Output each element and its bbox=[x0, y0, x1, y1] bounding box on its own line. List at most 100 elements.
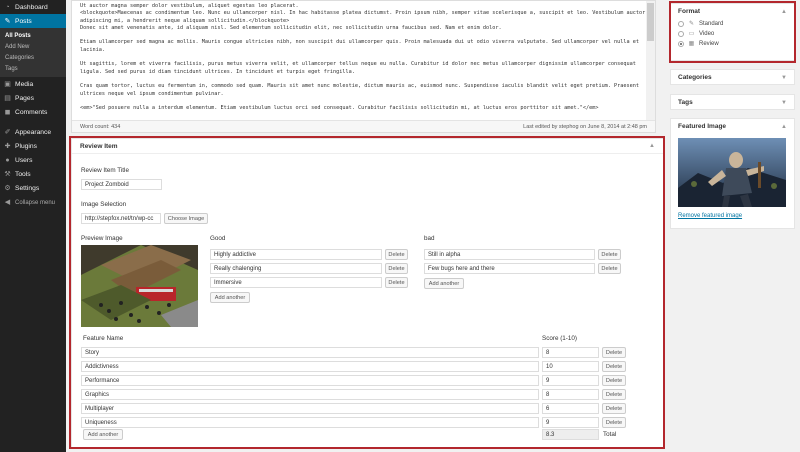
format-label: Video bbox=[699, 31, 715, 37]
review-item-header[interactable]: Review Item ▲ bbox=[72, 139, 663, 154]
editor-paragraph: Ut auctor magna semper dolor vestibulum,… bbox=[80, 3, 646, 31]
submenu-categories[interactable]: Categories bbox=[0, 52, 66, 63]
radio-button[interactable] bbox=[678, 31, 684, 37]
menu-posts[interactable]: ✎ Posts bbox=[0, 14, 66, 29]
menu-plugins[interactable]: ✚ Plugins bbox=[0, 139, 66, 153]
collapse-icon: ◀ bbox=[4, 199, 11, 207]
pin-icon: ✎ bbox=[688, 21, 695, 27]
editor-textarea[interactable]: Ut auctor magna semper dolor vestibulum,… bbox=[72, 1, 655, 119]
format-title: Format bbox=[678, 8, 701, 15]
feature-score-input[interactable]: 6 bbox=[542, 403, 599, 414]
feature-score-input[interactable]: 10 bbox=[542, 361, 599, 372]
feature-score-input[interactable]: 8 bbox=[542, 347, 599, 358]
menu-pages[interactable]: ▤ Pages bbox=[0, 92, 66, 106]
delete-button[interactable]: Delete bbox=[385, 277, 408, 288]
radio-button-checked[interactable] bbox=[678, 41, 684, 47]
featured-image-header[interactable]: Featured Image ▲ bbox=[671, 119, 794, 134]
featured-image-metabox: Featured Image ▲ Remove featured image bbox=[670, 118, 795, 229]
menu-label: Pages bbox=[15, 95, 34, 103]
add-good-button[interactable]: Add another bbox=[210, 292, 250, 303]
feature-score-input[interactable]: 9 bbox=[542, 417, 599, 428]
delete-button[interactable]: Delete bbox=[602, 361, 626, 372]
item-title-label: Review Item Title bbox=[81, 167, 129, 174]
collapse-arrow-icon[interactable]: ▲ bbox=[781, 9, 787, 15]
format-metabox: Format ▲ ✎ Standard ▭ Video ▦ Review bbox=[670, 3, 795, 61]
menu-label: Posts bbox=[15, 17, 32, 25]
review-item-title: Review Item bbox=[80, 142, 118, 150]
tags-header[interactable]: Tags ▼ bbox=[671, 95, 794, 110]
word-count: Word count: 434 bbox=[80, 123, 121, 130]
submenu-tags[interactable]: Tags bbox=[0, 63, 66, 74]
good-input[interactable]: Highly addictive bbox=[210, 249, 382, 260]
good-input[interactable]: Immersive bbox=[210, 277, 382, 288]
format-label: Review bbox=[699, 41, 719, 47]
delete-button[interactable]: Delete bbox=[385, 249, 408, 260]
feature-name-input[interactable]: Story bbox=[81, 347, 539, 358]
add-bad-button[interactable]: Add another bbox=[424, 278, 464, 289]
menu-settings[interactable]: ⚙ Settings bbox=[0, 182, 66, 196]
featured-image-title: Featured Image bbox=[678, 123, 727, 130]
feature-score-input[interactable]: 9 bbox=[542, 375, 599, 386]
review-item-metabox: Review Item ▲ Review Item Title Project … bbox=[71, 138, 664, 448]
item-title-input[interactable]: Project Zomboid bbox=[81, 179, 162, 190]
menu-tools[interactable]: ⚒ Tools bbox=[0, 168, 66, 182]
pages-icon: ▤ bbox=[4, 95, 11, 103]
expand-arrow-icon[interactable]: ▼ bbox=[781, 100, 787, 106]
delete-button[interactable]: Delete bbox=[602, 403, 626, 414]
format-header[interactable]: Format ▲ bbox=[671, 4, 794, 19]
feature-name-input[interactable]: Performance bbox=[81, 375, 539, 386]
delete-button[interactable]: Delete bbox=[602, 347, 626, 358]
media-icon: ▣ bbox=[4, 80, 11, 88]
remove-featured-image-link[interactable]: Remove featured image bbox=[678, 213, 742, 219]
editor-scrollbar[interactable] bbox=[646, 1, 655, 123]
scrollbar-thumb[interactable] bbox=[647, 3, 654, 41]
submenu-all-posts[interactable]: All Posts bbox=[0, 30, 66, 41]
menu-media[interactable]: ▣ Media bbox=[0, 77, 66, 91]
collapse-arrow-icon[interactable]: ▲ bbox=[649, 143, 655, 149]
bad-input[interactable]: Still in alpha bbox=[424, 249, 595, 260]
menu-label: Plugins bbox=[15, 142, 37, 150]
delete-button[interactable]: Delete bbox=[385, 263, 408, 274]
menu-label: Comments bbox=[15, 109, 48, 117]
menu-appearance[interactable]: ✐ Appearance bbox=[0, 125, 66, 139]
submenu-add-new[interactable]: Add New bbox=[0, 41, 66, 52]
featured-image-thumbnail[interactable] bbox=[678, 138, 786, 207]
delete-button[interactable]: Delete bbox=[602, 375, 626, 386]
bad-label: bad bbox=[424, 235, 435, 242]
comments-icon: ◼ bbox=[4, 109, 11, 117]
feature-name-input[interactable]: Addictivness bbox=[81, 361, 539, 372]
posts-submenu: All Posts Add New Categories Tags bbox=[0, 28, 66, 78]
good-input[interactable]: Really chalenging bbox=[210, 263, 382, 274]
image-url-input[interactable]: http://stepfox.net/tn/wp-cc bbox=[81, 213, 161, 224]
radio-button[interactable] bbox=[678, 21, 684, 27]
feature-name-input[interactable]: Uniqueness bbox=[81, 417, 539, 428]
menu-comments[interactable]: ◼ Comments bbox=[0, 106, 66, 120]
settings-icon: ⚙ bbox=[4, 185, 11, 193]
plugins-icon: ✚ bbox=[4, 142, 11, 150]
delete-button[interactable]: Delete bbox=[602, 417, 626, 428]
feature-score-input[interactable]: 8 bbox=[542, 389, 599, 400]
menu-dashboard[interactable]: ◔ Dashboard bbox=[0, 0, 66, 14]
collapse-menu-button[interactable]: ◀ Collapse menu bbox=[0, 196, 66, 210]
editor-paragraph: <em>"Sed posuere nulla a interdum elemen… bbox=[80, 105, 599, 112]
choose-image-button[interactable]: Choose Image bbox=[164, 213, 208, 224]
delete-button[interactable]: Delete bbox=[598, 249, 621, 260]
feature-name-input[interactable]: Multiplayer bbox=[81, 403, 539, 414]
bad-input[interactable]: Few bugs here and there bbox=[424, 263, 595, 274]
format-option-video[interactable]: ▭ Video bbox=[671, 29, 794, 39]
format-option-review[interactable]: ▦ Review bbox=[671, 39, 794, 49]
delete-button[interactable]: Delete bbox=[602, 389, 626, 400]
post-editor: Ut auctor magna semper dolor vestibulum,… bbox=[71, 0, 656, 133]
admin-sidebar: ◔ Dashboard ✎ Posts All Posts Add New Ca… bbox=[0, 0, 66, 452]
format-option-standard[interactable]: ✎ Standard bbox=[671, 19, 794, 29]
categories-header[interactable]: Categories ▼ bbox=[671, 70, 794, 85]
editor-paragraph: Ut sagittis, lorem et viverra facilisis,… bbox=[80, 61, 640, 75]
expand-arrow-icon[interactable]: ▼ bbox=[781, 75, 787, 81]
delete-button[interactable]: Delete bbox=[598, 263, 621, 274]
add-feature-button[interactable]: Add another bbox=[83, 429, 123, 440]
menu-users[interactable]: ● Users bbox=[0, 153, 66, 167]
video-icon: ▭ bbox=[688, 31, 695, 37]
preview-image bbox=[81, 245, 198, 327]
feature-name-input[interactable]: Graphics bbox=[81, 389, 539, 400]
collapse-arrow-icon[interactable]: ▲ bbox=[781, 124, 787, 130]
